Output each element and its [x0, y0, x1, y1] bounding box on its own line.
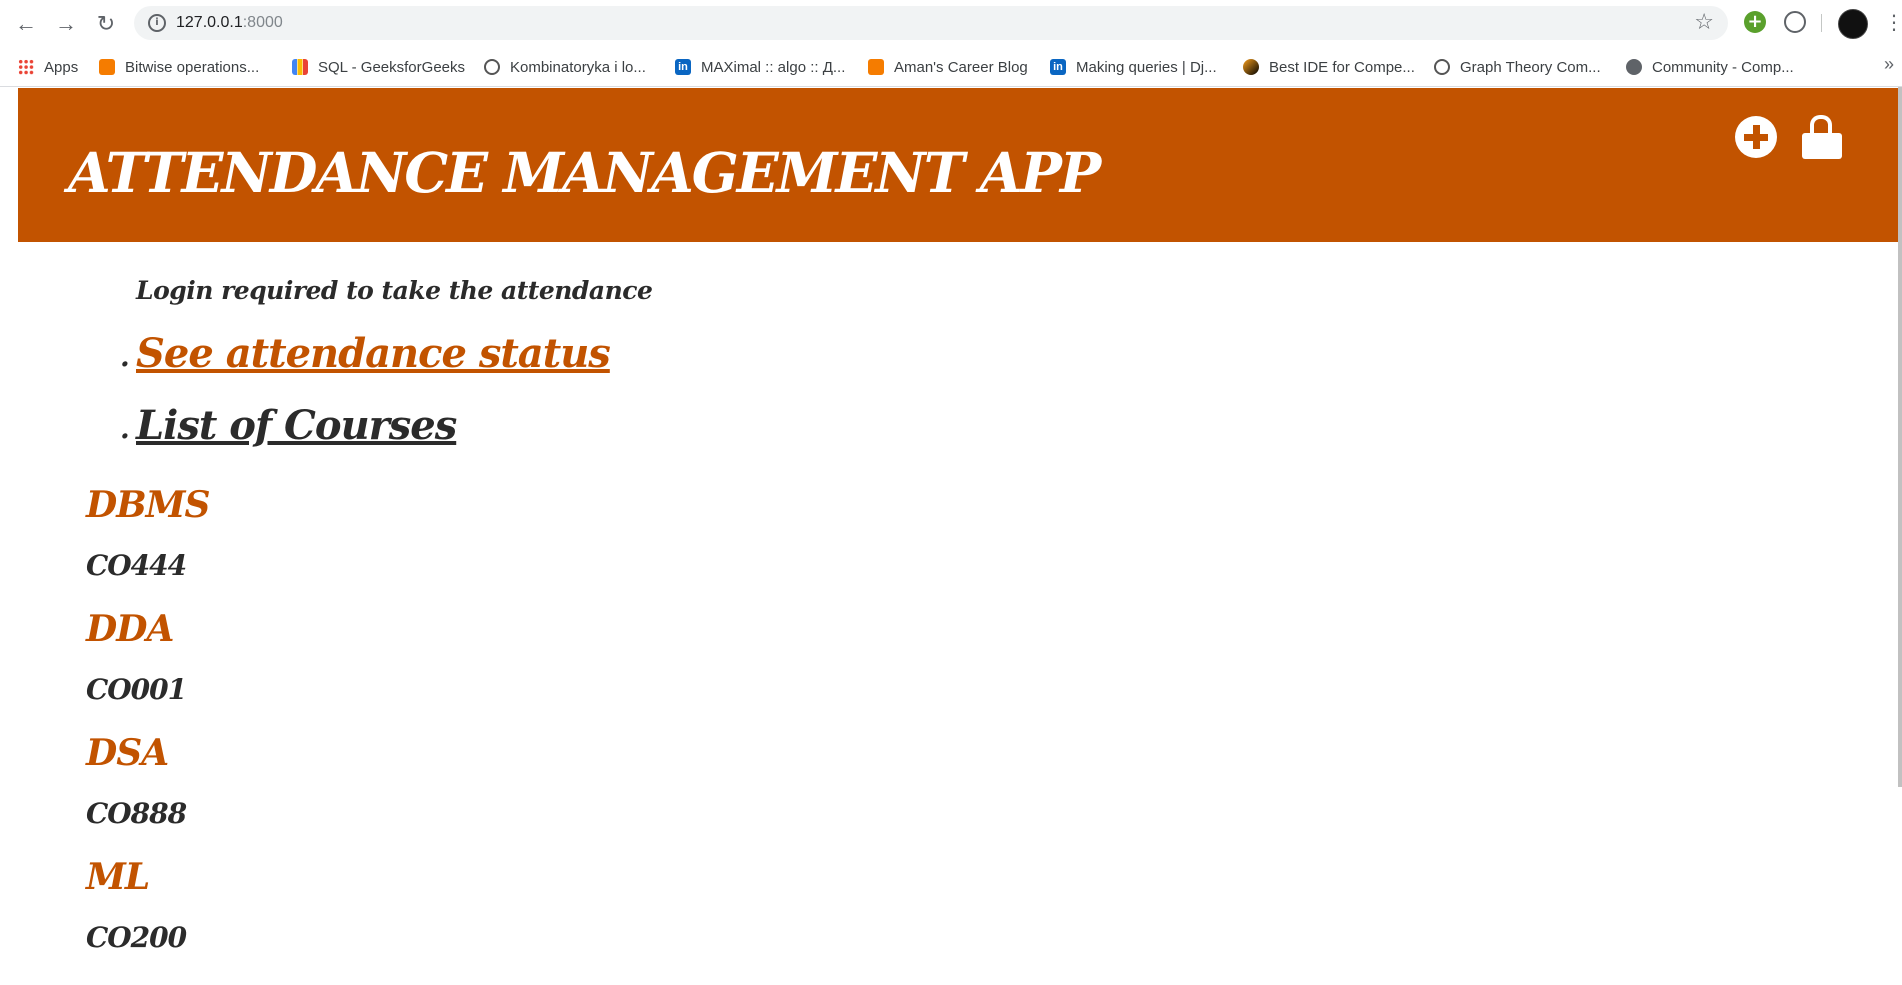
- url-host: 127.0.0.1: [176, 14, 243, 31]
- bookmark-label: Making queries | Dj...: [1076, 58, 1217, 76]
- bookmark-kombinatoryka[interactable]: Kombinatoryka i lo...: [484, 56, 646, 78]
- lock-icon: [1801, 115, 1843, 159]
- list-bullet: .: [120, 340, 130, 373]
- linkedin-icon: in: [675, 59, 691, 75]
- bookmark-best-ide[interactable]: Best IDE for Compe...: [1243, 56, 1415, 78]
- menu-kebab-icon[interactable]: ⋮: [1884, 12, 1902, 32]
- page-viewport: ATTENDANCE MANAGEMENT APP Login required…: [0, 87, 1902, 985]
- bookmarks-overflow-icon[interactable]: »: [1884, 54, 1894, 75]
- url-text[interactable]: 127.0.0.1:8000: [176, 14, 283, 32]
- nav-item-list-of-courses: . List of Courses: [120, 402, 457, 449]
- bookmark-label: Aman's Career Blog: [894, 58, 1028, 76]
- apps-grid-icon: [18, 59, 34, 75]
- bookmark-label: Kombinatoryka i lo...: [510, 58, 646, 76]
- bar-chart-icon: [292, 59, 308, 75]
- list-bullet: .: [120, 412, 130, 445]
- bookmark-label: MAXimal :: algo :: Д...: [701, 58, 846, 76]
- blogger-icon: [868, 59, 884, 75]
- course-code: CO200: [86, 921, 187, 954]
- reload-icon[interactable]: ↻: [92, 10, 120, 38]
- login-required-note: Login required to take the attendance: [136, 276, 653, 305]
- bookmark-graph-theory[interactable]: Graph Theory Com...: [1434, 56, 1601, 78]
- course-code: CO001: [86, 673, 187, 706]
- forward-arrow-icon[interactable]: →: [52, 10, 80, 38]
- course-name: DDA: [86, 608, 174, 650]
- profile-avatar[interactable]: [1838, 9, 1868, 39]
- bookmarks-bar: Apps Bitwise operations... SQL - Geeksfo…: [0, 46, 1902, 87]
- linkedin-icon: in: [1050, 59, 1066, 75]
- bookmark-making-queries[interactable]: in Making queries | Dj...: [1050, 56, 1217, 78]
- course-name: ML: [86, 856, 150, 898]
- plus-circle-icon: [1735, 116, 1777, 158]
- bookmark-community[interactable]: Community - Comp...: [1626, 56, 1794, 78]
- page-scrollbar[interactable]: [1898, 87, 1902, 787]
- bookmark-label: Apps: [44, 58, 79, 76]
- login-button[interactable]: [1801, 115, 1843, 159]
- course-name: DSA: [86, 732, 169, 774]
- toolbar-separator: [1821, 14, 1822, 32]
- address-bar[interactable]: i 127.0.0.1:8000 ☆: [134, 6, 1728, 40]
- bookmark-sql-gfg[interactable]: SQL - GeeksforGeeks: [292, 56, 465, 78]
- course-code: CO888: [86, 797, 187, 830]
- browser-toolbar: ← → ↻ i 127.0.0.1:8000 ☆ + ⋮: [0, 0, 1902, 46]
- bookmark-label: Graph Theory Com...: [1460, 58, 1601, 76]
- nav-item-attendance-status: . See attendance status: [120, 330, 611, 377]
- bookmark-label: SQL - GeeksforGeeks: [318, 58, 465, 76]
- list-of-courses-link[interactable]: List of Courses: [136, 402, 457, 449]
- url-port: :8000: [242, 14, 283, 31]
- add-button[interactable]: [1735, 116, 1777, 158]
- bookmark-label: Community - Comp...: [1652, 58, 1794, 76]
- bookmark-maximal[interactable]: in MAXimal :: algo :: Д...: [675, 56, 845, 78]
- app-header: ATTENDANCE MANAGEMENT APP: [18, 88, 1898, 242]
- extension-plus-icon[interactable]: +: [1744, 11, 1766, 33]
- see-attendance-status-link[interactable]: See attendance status: [136, 330, 611, 377]
- bookmark-apps[interactable]: Apps: [18, 56, 78, 78]
- app-title: ATTENDANCE MANAGEMENT APP: [68, 140, 1101, 205]
- bookmark-aman-blog[interactable]: Aman's Career Blog: [868, 56, 1028, 78]
- course-code: CO444: [86, 549, 187, 582]
- blogger-icon: [99, 59, 115, 75]
- bookmark-star-icon[interactable]: ☆: [1694, 10, 1714, 35]
- back-arrow-icon[interactable]: ←: [12, 10, 40, 38]
- site-info-icon[interactable]: i: [148, 14, 166, 32]
- triangle-site-icon: [484, 59, 500, 75]
- bookmark-label: Bitwise operations...: [125, 58, 260, 76]
- extension-sync-icon[interactable]: [1784, 11, 1806, 33]
- bookmark-bitwise[interactable]: Bitwise operations...: [99, 56, 259, 78]
- triangle-site-icon: [1434, 59, 1450, 75]
- leetcode-icon: [1243, 59, 1259, 75]
- course-name: DBMS: [86, 484, 210, 526]
- bookmark-label: Best IDE for Compe...: [1269, 58, 1415, 76]
- globe-icon: [1626, 59, 1642, 75]
